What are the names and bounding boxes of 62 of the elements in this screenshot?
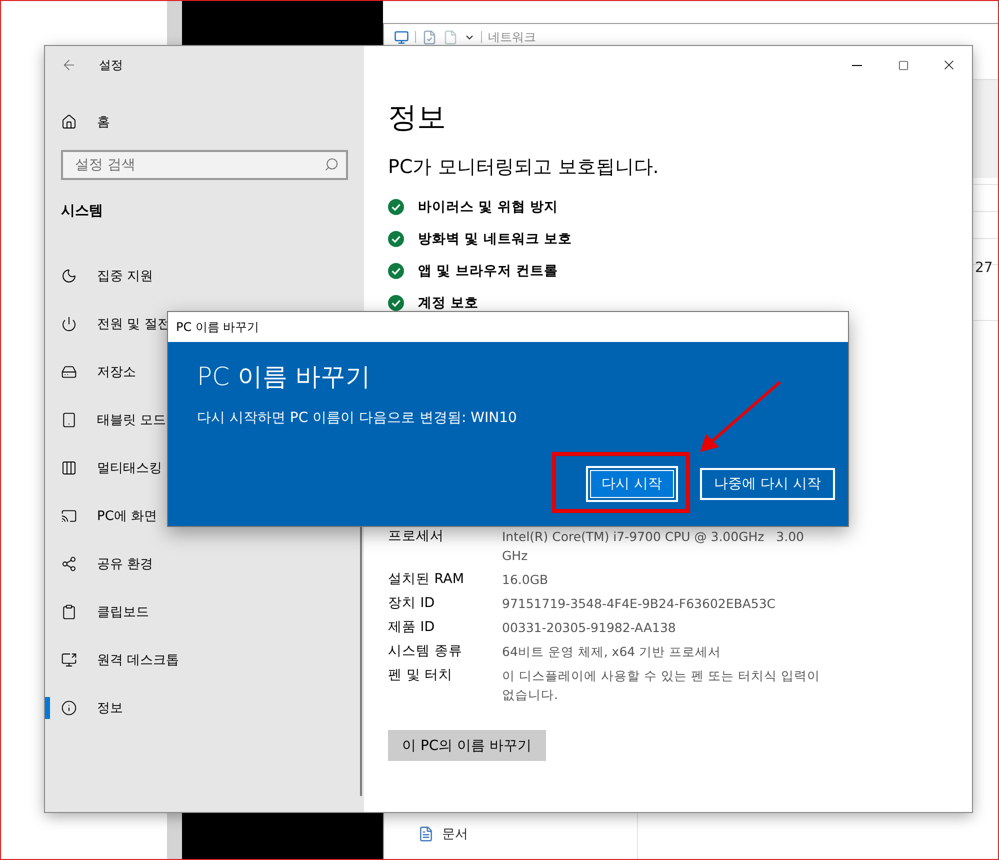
nav-item[interactable]: 원격 데스크톱	[97, 651, 180, 669]
protection-item: 앱 및 브라우저 컨트롤	[418, 262, 558, 280]
dialog-button[interactable]: 나중에 다시 시작	[700, 468, 835, 500]
spec-label: 펜 및 터치	[388, 666, 454, 685]
home-icon[interactable]	[61, 114, 77, 130]
check-circle-icon	[388, 295, 404, 311]
nav-item[interactable]: 공유 환경	[97, 555, 154, 573]
protection-item: 바이러스 및 위협 방지	[418, 198, 558, 216]
nav-item[interactable]: 클립보드	[97, 603, 149, 621]
spec-value: Intel(R) Core(TM) i7-9700 CPU @ 3.00GHz 3.00 GHz	[502, 528, 805, 565]
nav-item[interactable]: PC에 화면	[97, 507, 158, 525]
spec-value: 16.0GB	[502, 571, 550, 589]
protection-item: 방화벽 및 네트워크 보호	[418, 230, 572, 248]
remote-desktop-icon[interactable]	[61, 652, 77, 668]
nav-item[interactable]: 태블릿 모드	[97, 411, 166, 429]
check-circle-icon	[388, 263, 404, 279]
nav-item[interactable]: 문서	[442, 825, 468, 843]
spec-label: 장치 ID	[388, 594, 436, 613]
section-title: 시스템	[60, 202, 104, 220]
storage-icon[interactable]	[61, 364, 77, 380]
location-text: 네트워크	[488, 28, 536, 46]
dialog-button[interactable]: 다시 시작	[586, 466, 678, 502]
spec-value: 97151719-3548-4F4E-9B24-F63602EBA53C	[502, 595, 777, 613]
search-field[interactable]: 설정 검색	[61, 150, 348, 180]
spec-label: 제품 ID	[388, 618, 436, 637]
document-icon	[418, 826, 434, 842]
network-icon[interactable]	[394, 30, 409, 44]
dialog-message: 다시 시작하면 PC 이름이 다음으로 변경됨: WIN10	[197, 409, 518, 427]
page-title: 정보	[388, 99, 447, 136]
spec-value: 이 디스플레이에 사용할 수 있는 펜 또는 터치식 입력이 없습니다.	[502, 667, 821, 704]
tablet-icon[interactable]	[61, 412, 77, 428]
share-icon[interactable]	[61, 556, 77, 572]
protection-title: PC가 모니터링되고 보호됩니다.	[388, 155, 660, 180]
projection-icon[interactable]	[61, 508, 77, 524]
spec-value: 64비트 운영 체제, x64 기반 프로세서	[502, 643, 722, 661]
rename-button[interactable]: 이 PC의 이름 바꾸기	[388, 730, 546, 761]
clipboard-icon[interactable]	[61, 604, 77, 620]
spec-value: 00331-20305-91982-AA138	[502, 619, 677, 637]
nav-item[interactable]: 저장소	[97, 363, 136, 381]
dialog-heading: PC 이름 바꾸기	[197, 361, 372, 393]
window-title: 설정	[99, 56, 123, 74]
file-name: 27	[975, 260, 993, 276]
properties-icon[interactable]	[422, 30, 437, 44]
protection-item: 계정 보호	[418, 294, 479, 312]
nav-item[interactable]: 집중 지원	[97, 267, 154, 285]
moon-icon[interactable]	[61, 268, 77, 284]
multitasking-icon[interactable]	[61, 460, 77, 476]
power-icon[interactable]	[61, 316, 77, 332]
nav-item[interactable]: 정보	[97, 699, 123, 717]
spec-label: 시스템 종류	[388, 642, 464, 661]
spec-label: 설치된 RAM	[388, 570, 466, 589]
spec-label: 프로세서	[388, 527, 445, 546]
check-circle-icon	[388, 231, 404, 247]
minimize-icon	[852, 64, 862, 66]
info-icon[interactable]	[61, 700, 77, 716]
check-circle-icon	[388, 199, 404, 215]
search-icon[interactable]	[324, 157, 339, 172]
home-link[interactable]: 홈	[97, 113, 110, 131]
nav-item[interactable]: 멀티태스킹	[97, 459, 162, 477]
back-icon[interactable]	[61, 57, 77, 73]
dialog-title-bar: PC 이름 바꾸기	[168, 312, 848, 342]
maximize-icon	[898, 60, 908, 70]
